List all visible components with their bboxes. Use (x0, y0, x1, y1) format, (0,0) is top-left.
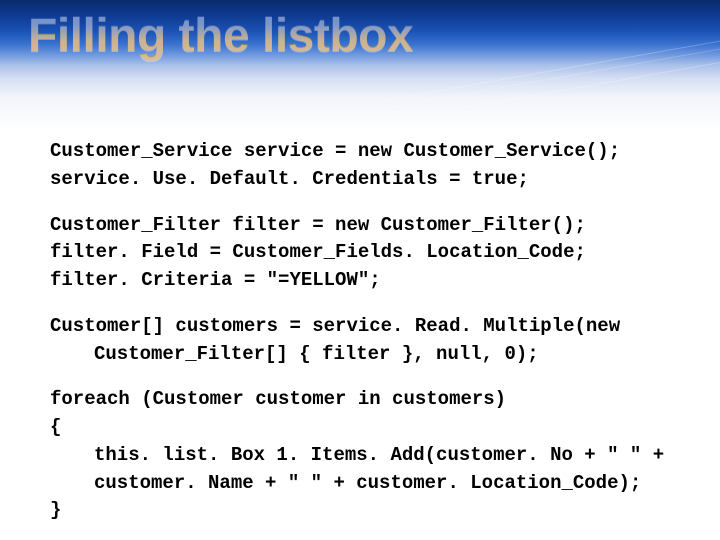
code-line: Customer[] customers = service. Read. Mu… (50, 315, 680, 339)
code-line: filter. Field = Customer_Fields. Locatio… (50, 241, 680, 265)
code-line: Customer_Filter filter = new Customer_Fi… (50, 214, 680, 238)
code-line: service. Use. Default. Credentials = tru… (50, 168, 680, 192)
code-line: Customer_Filter[] { filter }, null, 0); (50, 343, 680, 367)
slide-title: Filling the listbox (28, 8, 413, 63)
slide: Filling the listbox Customer_Service ser… (0, 0, 720, 540)
code-line: foreach (Customer customer in customers) (50, 388, 680, 412)
code-line: customer. Name + " " + customer. Locatio… (50, 472, 680, 496)
code-line: } (50, 499, 680, 523)
code-line: filter. Criteria = "=YELLOW"; (50, 269, 680, 293)
code-line: this. list. Box 1. Items. Add(customer. … (50, 444, 680, 468)
code-block: Customer_Service service = new Customer_… (50, 140, 680, 527)
code-line: Customer_Service service = new Customer_… (50, 140, 680, 164)
code-line: { (50, 416, 680, 440)
decorative-stripe (373, 40, 720, 110)
